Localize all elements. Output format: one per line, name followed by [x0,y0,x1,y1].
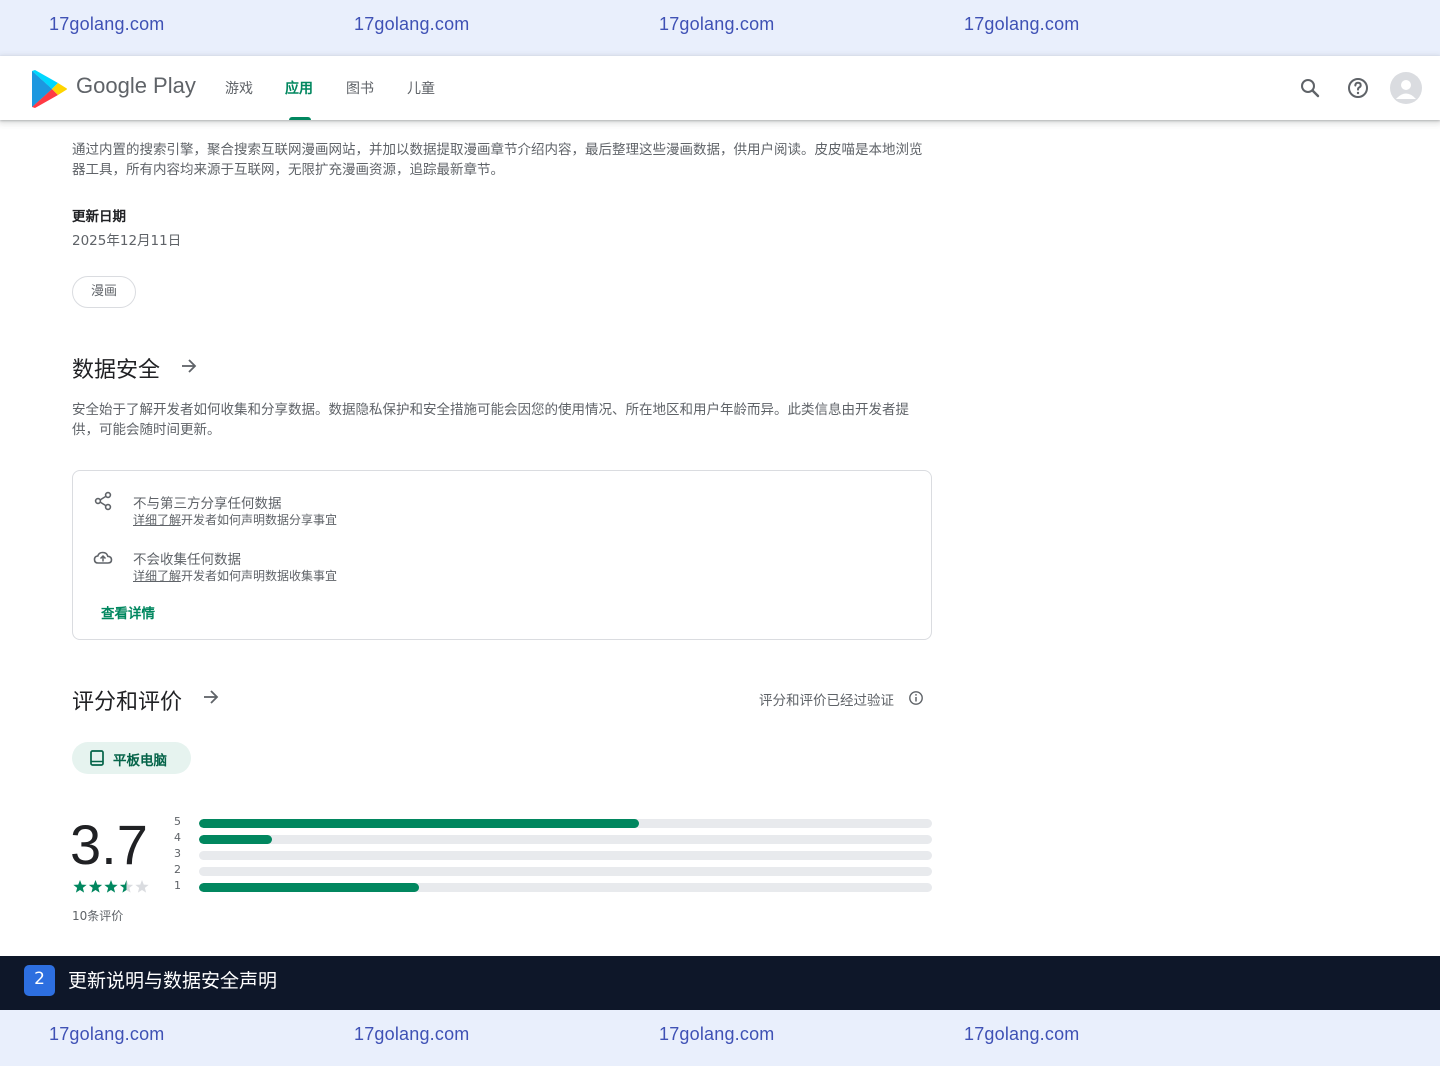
star-icon [88,880,103,893]
watermark-strip-bottom: 17golang.com 17golang.com 17golang.com 1… [0,1010,1440,1066]
rating-bar-star-label: 4 [174,831,181,844]
google-play-logo-icon[interactable] [30,69,68,109]
rating-bar-row: 1 [174,879,934,895]
data-collection-title: 不会收集任何数据 [133,552,241,568]
watermark-text: 17golang.com [354,14,470,34]
rating-bar-track [199,883,932,892]
rating-bar-track [199,851,932,860]
star-icon [73,880,87,893]
rating-bar-row: 3 [174,847,934,863]
see-details-button[interactable]: 查看详情 [101,602,155,622]
subtitle-text: 开发者如何声明数据收集事宜 [181,569,338,583]
data-sharing-title: 不与第三方分享任何数据 [133,496,282,512]
watermark-text: 17golang.com [49,1024,165,1044]
watermark-text: 17golang.com [659,14,775,34]
ratings-title[interactable]: 评分和评价 [72,684,182,716]
watermark-text: 17golang.com [964,14,1080,34]
device-filter-chip[interactable]: 平板电脑 [72,742,191,774]
account-avatar[interactable] [1390,72,1422,104]
rating-bar-star-label: 3 [174,847,181,860]
rating-bar-star-label: 1 [174,879,181,892]
rating-bar-fill [199,883,419,892]
watermark-text: 17golang.com [354,1024,470,1044]
share-icon [94,491,112,511]
help-icon[interactable] [1346,76,1370,100]
top-app-bar: Google Play 游戏 应用 图书 儿童 [0,56,1440,120]
watermark-text: 17golang.com [659,1024,775,1044]
cloud-upload-icon [93,551,113,564]
subtitle-text: 开发者如何声明数据分享事宜 [181,513,338,527]
learn-more-link[interactable]: 详细了解 [133,569,181,583]
data-sharing-subtitle: 详细了解开发者如何声明数据分享事宜 [133,511,337,528]
category-chip[interactable]: 漫画 [72,276,136,308]
star-icon [135,880,149,893]
data-safety-card: 不与第三方分享任何数据 详细了解开发者如何声明数据分享事宜 不会收集任何数据 详… [72,470,932,640]
data-safety-description: 安全始于了解开发者如何收集和分享数据。数据隐私保护和安全措施可能会因您的使用情况… [72,402,909,438]
updated-label: 更新日期 [72,209,126,225]
arrow-forward-icon[interactable] [201,687,221,707]
search-icon[interactable] [1298,76,1322,100]
tablet-icon [90,750,104,766]
data-collection-subtitle: 详细了解开发者如何声明数据收集事宜 [133,567,337,584]
updated-date: 2025年12月11日 [72,233,182,249]
rating-stars [73,880,149,893]
review-count: 10条评价 [72,909,124,923]
nav-tab-games[interactable]: 游戏 [225,78,253,120]
nav-tab-apps[interactable]: 应用 [285,78,313,120]
rating-bar-row: 4 [174,831,934,847]
app-description: 通过内置的搜索引擎，聚合搜索互联网漫画网站，并加以数据提取漫画章节介绍内容，最后… [72,142,923,178]
star-icon [104,880,118,893]
rating-bar-star-label: 5 [174,815,181,828]
rating-bar-track [199,819,932,828]
rating-bar-track [199,835,932,844]
rating-bar-row: 5 [174,815,934,831]
arrow-forward-icon[interactable] [179,356,199,376]
caption-text: 更新说明与数据安全声明 [68,970,278,992]
caption-number-badge: 2 [24,965,55,996]
brand-name[interactable]: Google Play [76,73,196,99]
watermark-text: 17golang.com [964,1024,1080,1044]
nav-tab-books[interactable]: 图书 [346,78,374,120]
device-filter-label: 平板电脑 [113,753,167,769]
data-safety-title[interactable]: 数据安全 [72,352,160,384]
rating-bar-fill [199,819,639,828]
person-icon [1396,80,1416,99]
info-icon[interactable] [908,690,924,706]
average-rating: 3.7 [70,813,148,876]
learn-more-link[interactable]: 详细了解 [133,513,181,527]
watermark-strip-top: 17golang.com 17golang.com 17golang.com 1… [0,0,1440,56]
rating-bar-star-label: 2 [174,863,181,876]
watermark-text: 17golang.com [49,14,165,34]
rating-bar-track [199,867,932,876]
active-tab-indicator [289,117,311,120]
nav-tab-kids[interactable]: 儿童 [407,78,435,120]
ratings-verified-text: 评分和评价已经过验证 [759,693,894,709]
star-icon [119,880,134,893]
rating-bar-row: 2 [174,863,934,879]
rating-bar-fill [199,835,273,844]
